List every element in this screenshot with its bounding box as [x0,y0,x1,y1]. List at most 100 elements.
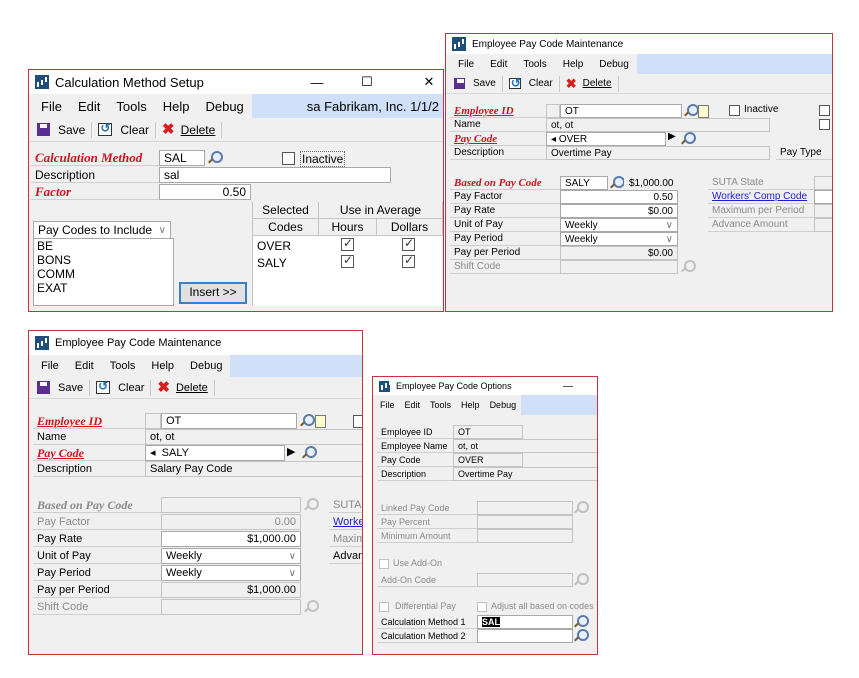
lookup-icon[interactable] [680,132,696,146]
lookup-icon[interactable] [301,446,317,460]
inactive-checkbox[interactable] [353,415,362,428]
use-addon-checkbox[interactable] [379,559,389,569]
pay-factor-input[interactable]: 0.50 [560,190,678,204]
menu-file[interactable]: File [375,400,400,410]
pay-code-input[interactable]: ◂ OVER [546,132,666,146]
lookup-icon[interactable] [207,151,223,165]
calculation-method-input[interactable]: SAL [159,150,205,166]
menu-edit[interactable]: Edit [482,59,515,70]
dollars-checkbox[interactable] [402,236,415,251]
minimize-button[interactable]: — [553,377,583,395]
dollars-checkbox[interactable] [402,253,415,268]
pay-period-dropdown[interactable]: Weekly ∨ [560,232,678,246]
pay-rate-input[interactable]: $0.00 [560,204,678,218]
maximize-button[interactable]: ☐ [347,70,387,94]
menu-help[interactable]: Help [143,360,182,372]
menu-edit[interactable]: Edit [400,400,426,410]
menu-debug[interactable]: Debug [485,400,522,410]
hours-checkbox[interactable] [341,253,354,268]
based-on-pay-code-input[interactable]: SALY [560,176,608,190]
save-button[interactable]: Save [31,379,89,397]
menu-help[interactable]: Help [555,59,592,70]
lookup-icon[interactable] [299,414,315,428]
calculation-method-2-input[interactable] [477,629,573,643]
inactive-checkbox[interactable] [282,152,295,165]
note-icon[interactable] [698,105,709,118]
employee-id-input[interactable]: OT [560,104,682,118]
save-button[interactable]: Save [31,121,91,139]
chevron-down-icon: ∨ [665,234,673,245]
grid-row-code[interactable]: SALY [257,256,287,270]
list-item[interactable]: EXAT [34,281,173,295]
pay-code-input[interactable]: ◂ SALY [145,445,285,461]
pay-codes-dropdown[interactable]: Pay Codes to Include ∨ [33,221,171,239]
workers-comp-code-link[interactable]: Worker [329,514,362,530]
close-button[interactable]: ✕ [409,70,443,94]
pay-code-label[interactable]: Pay Code [33,445,145,461]
menu-tools[interactable]: Tools [425,400,456,410]
insert-button[interactable]: Insert >> [179,282,247,304]
pay-codes-list[interactable]: BE BONS COMM EXAT [33,238,174,306]
pay-factor-field: 0.00 [161,514,301,530]
menu-file[interactable]: File [450,59,482,70]
employee-id-input[interactable]: OT [161,413,297,429]
suta-state-input [814,176,832,190]
lookup-icon[interactable] [573,629,589,641]
menu-tools[interactable]: Tools [515,59,554,70]
pay-code-label[interactable]: Pay Code [450,132,546,146]
option-checkbox-2[interactable] [819,119,830,130]
lookup-icon[interactable] [609,176,625,190]
next-record-icon[interactable]: ▶ [668,131,676,142]
menu-help[interactable]: Help [456,400,485,410]
menu-tools[interactable]: Tools [108,99,154,114]
lookup-icon[interactable] [573,615,589,627]
unit-of-pay-dropdown[interactable]: Weekly ∨ [560,218,678,232]
menu-bar: File Edit Tools Help Debug [446,54,832,74]
clear-button[interactable]: Clear [503,75,559,93]
hours-checkbox[interactable] [341,236,354,251]
differential-pay-checkbox[interactable] [379,602,389,612]
menu-tools[interactable]: Tools [102,360,144,372]
list-item[interactable]: BE [34,239,173,253]
workers-comp-code-input[interactable] [814,190,832,204]
employee-id-label[interactable]: Employee ID [33,413,145,429]
employee-id-label[interactable]: Employee ID [450,104,546,118]
grid-row-code[interactable]: OVER [257,239,291,253]
delete-button[interactable]: ✖ Delete [560,75,618,93]
menu-file[interactable]: File [33,360,67,372]
note-icon[interactable] [315,415,326,428]
menu-debug[interactable]: Debug [197,99,251,114]
pay-rate-input[interactable]: $1,000.00 [161,531,301,547]
clear-button[interactable]: Clear [92,121,155,139]
calculation-method-1-input[interactable]: SAL [477,615,573,629]
workers-comp-code-link[interactable]: Workers' Comp Code [708,190,814,204]
list-item[interactable]: COMM [34,267,173,281]
inactive-checkbox[interactable] [729,105,740,116]
menu-file[interactable]: File [33,99,70,114]
factor-input[interactable]: 0.50 [159,184,251,200]
app-icon [379,380,390,392]
delete-button[interactable]: ✖ Delete [151,379,213,397]
description-input[interactable]: sal [159,167,391,183]
option-checkbox-1[interactable] [819,105,830,116]
menu-edit[interactable]: Edit [70,99,108,114]
toolbar: Save Clear ✖Delete [29,118,443,142]
unit-of-pay-dropdown[interactable]: Weekly ∨ [161,548,301,564]
employee-pay-code-maintenance-window-2: Employee Pay Code Maintenance File Edit … [28,330,363,655]
menu-debug[interactable]: Debug [182,360,230,372]
menu-edit[interactable]: Edit [67,360,102,372]
clear-button[interactable]: Clear [90,379,150,397]
delete-button[interactable]: ✖ Delete [156,121,221,139]
calculation-method-label[interactable]: Calculation Method [31,150,159,166]
pay-period-dropdown[interactable]: Weekly ∨ [161,565,301,581]
adjust-all-checkbox[interactable] [477,602,487,612]
pay-rate-label: Pay Rate [33,531,161,547]
menu-debug[interactable]: Debug [591,59,636,70]
unit-of-pay-label: Unit of Pay [450,218,560,232]
menu-help[interactable]: Help [155,99,198,114]
list-item[interactable]: BONS [34,253,173,267]
lookup-icon[interactable] [683,104,699,118]
save-button[interactable]: Save [448,75,502,93]
minimize-button[interactable]: — [297,70,337,94]
next-record-icon[interactable]: ▶ [287,445,295,458]
